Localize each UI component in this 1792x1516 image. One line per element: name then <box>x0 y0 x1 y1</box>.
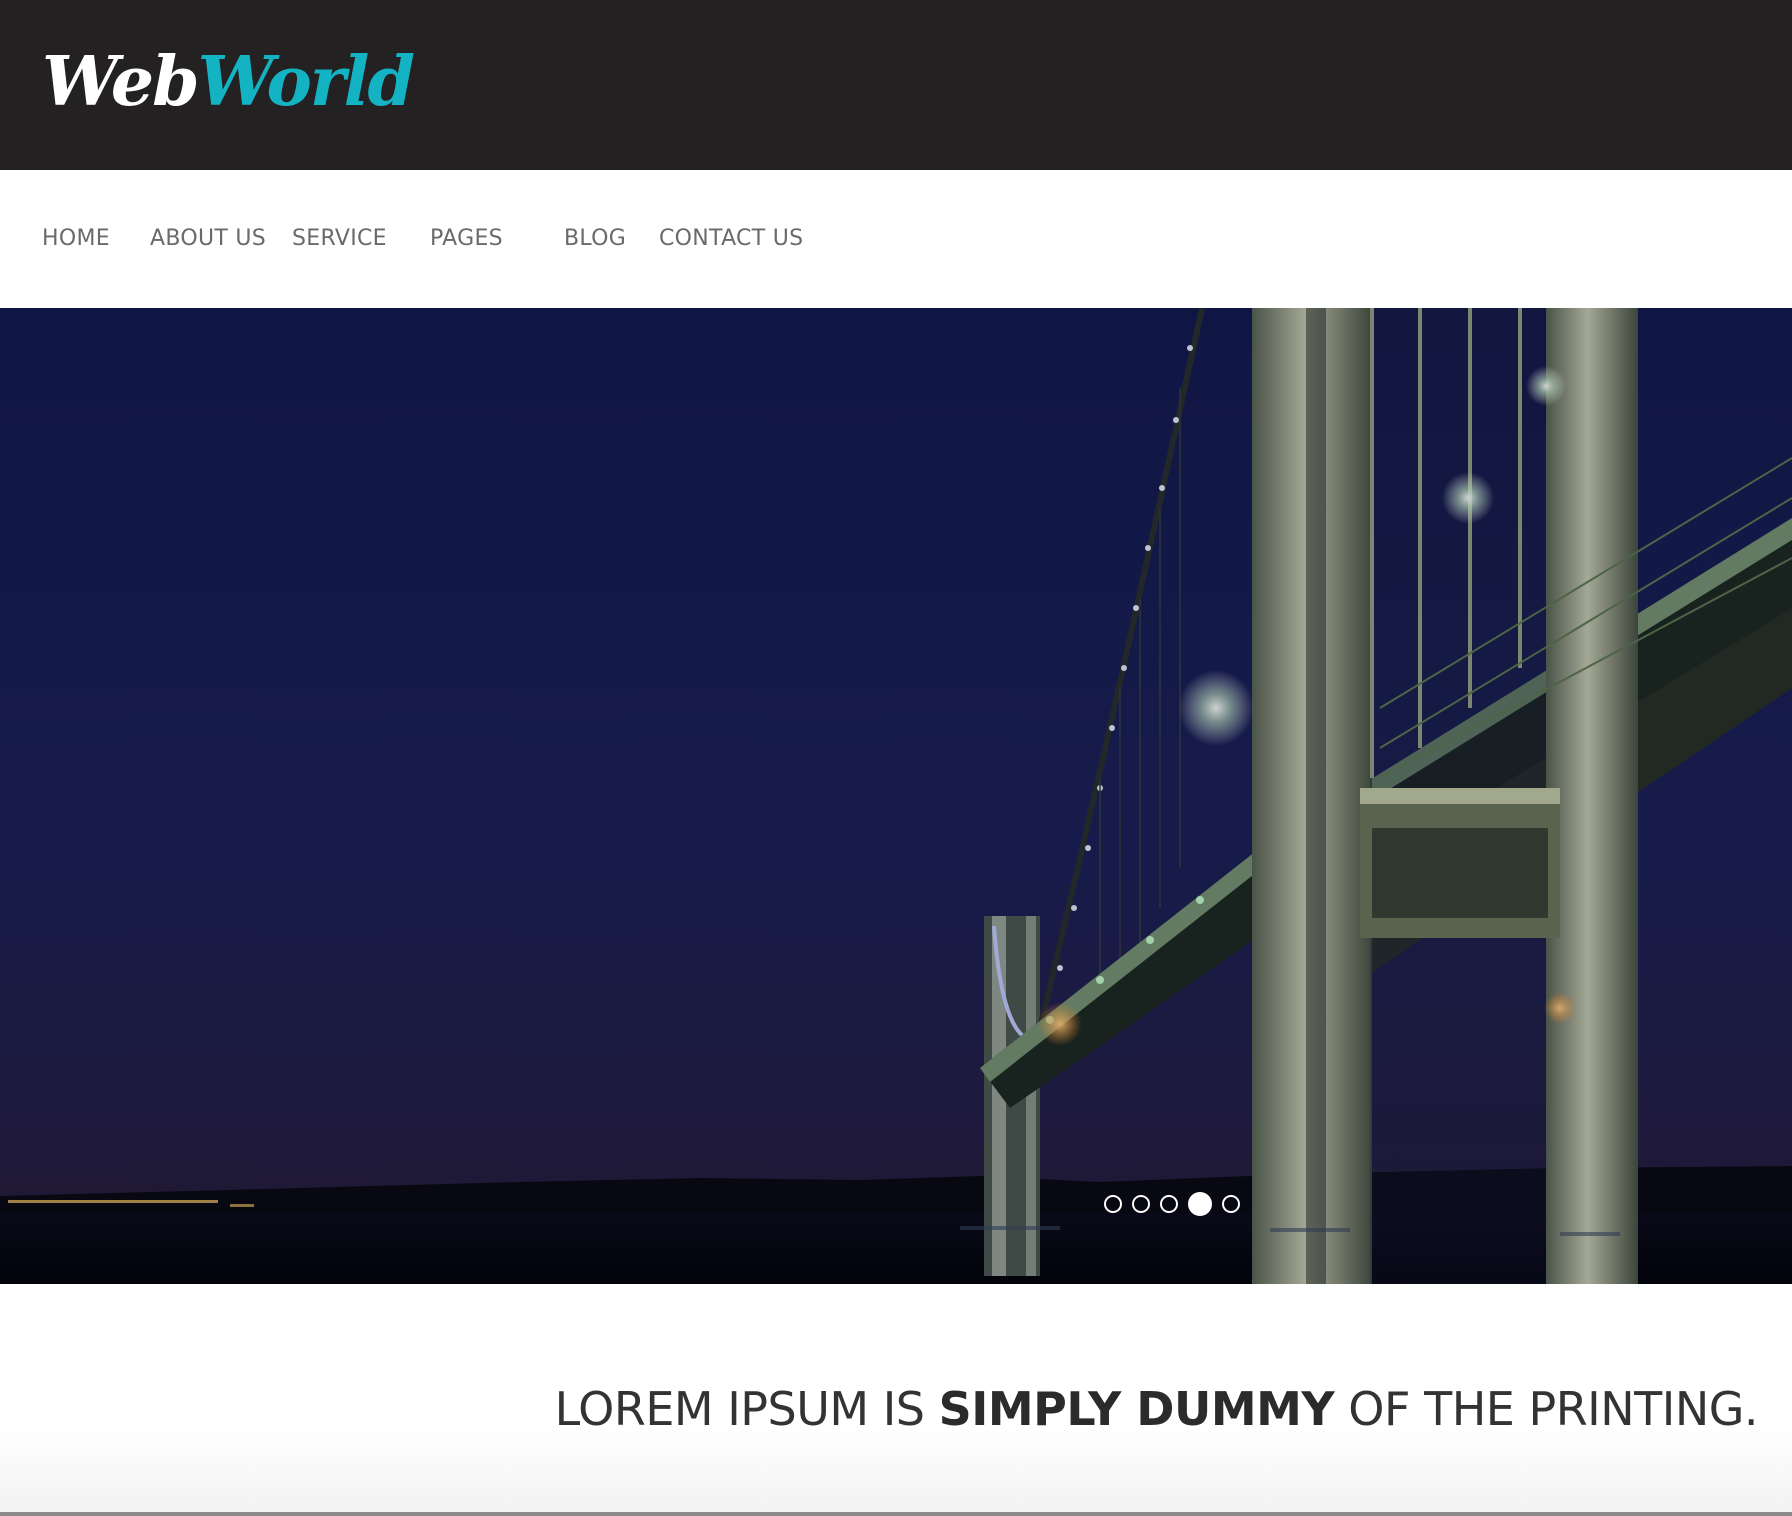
slider-dot-4-active[interactable] <box>1188 1192 1212 1216</box>
tagline-heading: LOREM IPSUM IS SIMPLY DUMMY OF THE PRINT… <box>554 1382 1759 1436</box>
tagline-emphasis: SIMPLY DUMMY <box>938 1382 1335 1436</box>
logo-text-web: Web <box>42 42 200 122</box>
tagline-section: LOREM IPSUM IS SIMPLY DUMMY OF THE PRINT… <box>0 1284 1792 1516</box>
section-divider <box>0 1512 1792 1516</box>
hero-slider[interactable] <box>0 308 1792 1284</box>
nav-item-blog[interactable]: BLOG <box>564 170 626 308</box>
slider-dot-3[interactable] <box>1160 1195 1178 1213</box>
nav-item-about-us[interactable]: ABOUT US <box>150 170 266 308</box>
main-navigation: HOME ABOUT US SERVICE PAGES BLOG CONTACT… <box>0 170 1792 308</box>
nav-item-pages[interactable]: PAGES <box>430 170 503 308</box>
slider-dot-5[interactable] <box>1222 1195 1240 1213</box>
site-logo[interactable]: WebWorld <box>42 42 415 122</box>
nav-item-contact-us[interactable]: CONTACT US <box>659 170 803 308</box>
nav-item-service[interactable]: SERVICE <box>292 170 387 308</box>
tagline-part-3: OF THE PRINTING. <box>1334 1382 1758 1436</box>
logo-text-world: World <box>197 42 415 122</box>
nav-item-home[interactable]: HOME <box>42 170 110 308</box>
hero-slide-image <box>0 308 1792 1284</box>
slider-dot-1[interactable] <box>1104 1195 1122 1213</box>
slider-pagination <box>1104 1192 1240 1216</box>
tagline-part-1: LOREM IPSUM IS <box>554 1382 939 1436</box>
slider-dot-2[interactable] <box>1132 1195 1150 1213</box>
site-header: WebWorld <box>0 0 1792 170</box>
